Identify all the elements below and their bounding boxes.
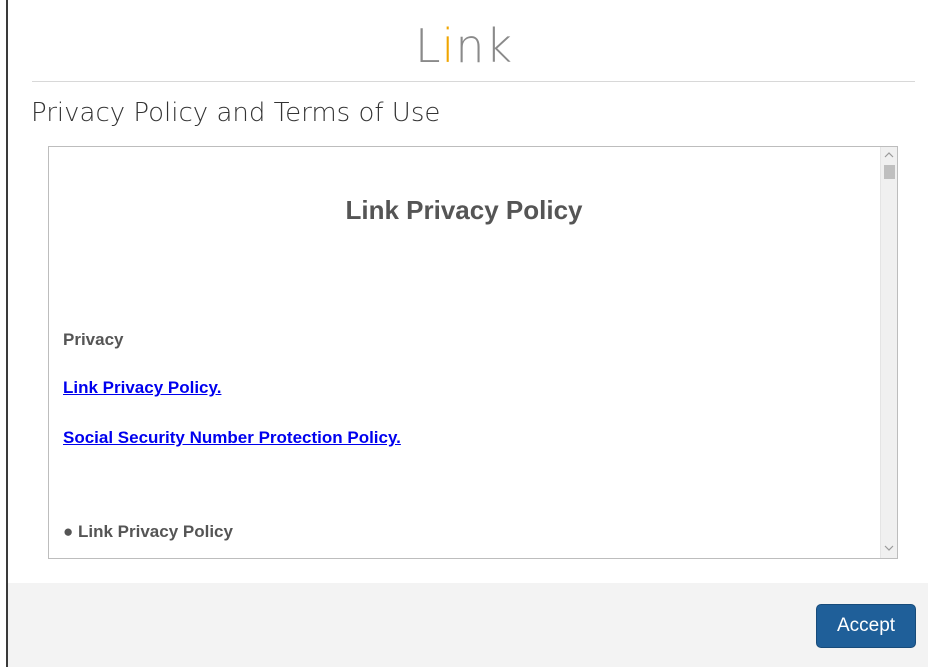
link-privacy-policy[interactable]: Link Privacy Policy. [63,378,221,398]
chevron-up-icon[interactable] [881,149,897,163]
app-logo: Link [414,19,514,73]
window-left-border [6,0,8,667]
accept-button[interactable]: Accept [816,604,916,648]
bullet-item-privacy-policy: ● Link Privacy Policy [63,522,233,541]
link-ssn-protection-policy[interactable]: Social Security Number Protection Policy… [63,428,401,448]
section-label-privacy: Privacy [63,330,124,349]
header-divider [32,81,915,82]
footer-bar [8,583,928,667]
vertical-scrollbar[interactable] [880,147,897,558]
scrollbar-thumb[interactable] [884,165,895,179]
policy-scroll-panel[interactable]: Link Privacy Policy Privacy Link Privacy… [48,146,898,559]
page-title: Privacy Policy and Terms of Use [31,98,441,128]
chevron-down-icon[interactable] [881,542,897,556]
policy-heading: Link Privacy Policy [345,195,583,225]
policy-content: Link Privacy Policy Privacy Link Privacy… [49,147,879,558]
